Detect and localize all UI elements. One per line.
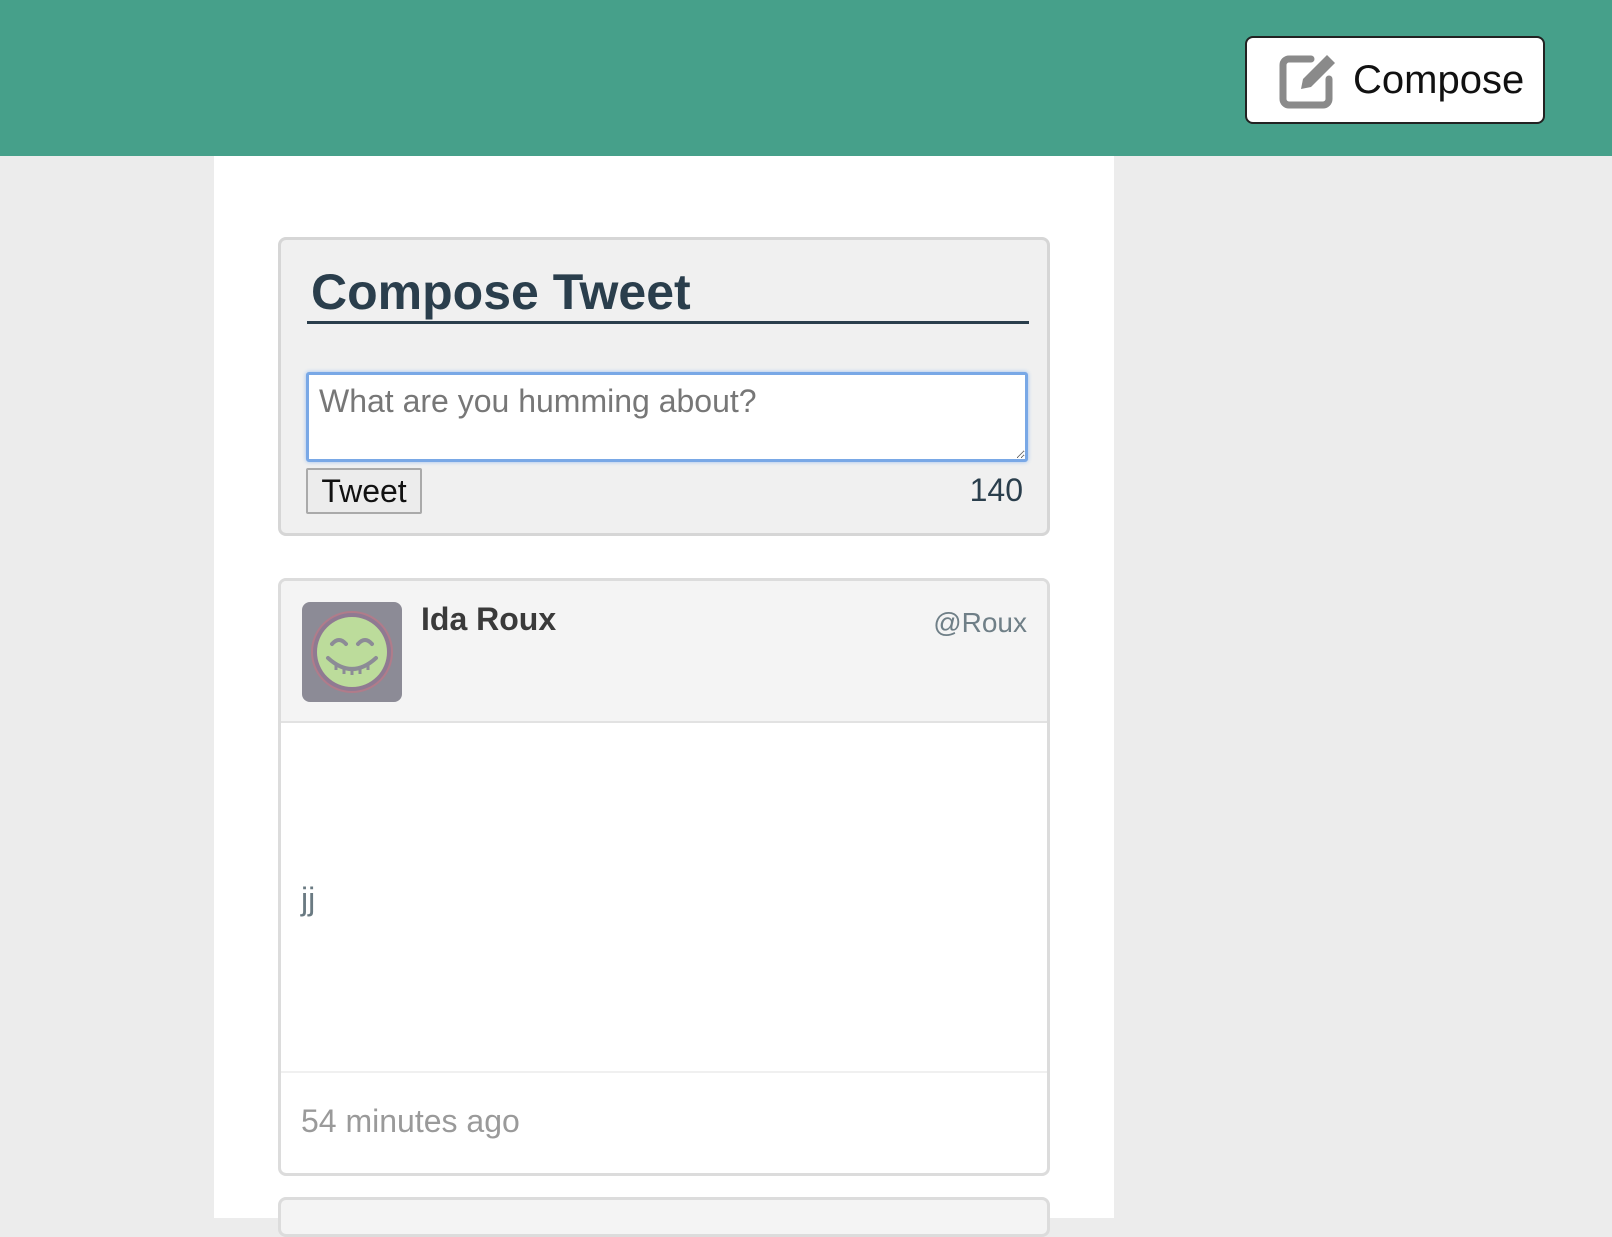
author-handle: @Roux bbox=[933, 607, 1027, 638]
avatar bbox=[302, 602, 402, 702]
tweet-card bbox=[278, 1197, 1050, 1237]
author-name: Ida Roux bbox=[421, 601, 557, 637]
tweet-card: Ida Roux @Roux jj 54 minutes ago bbox=[278, 578, 1050, 1176]
compose-title: Compose Tweet bbox=[307, 264, 1029, 324]
tweet-submit-button[interactable]: Tweet bbox=[306, 468, 422, 514]
top-navbar: Compose bbox=[0, 0, 1612, 156]
char-counter: 140 bbox=[969, 472, 1023, 508]
compose-button-label: Compose bbox=[1353, 57, 1525, 102]
tweet-text: jj bbox=[301, 881, 316, 917]
tweet-textarea[interactable] bbox=[306, 372, 1028, 462]
tweet-footer: 54 minutes ago bbox=[281, 1071, 1047, 1173]
tweet-timestamp: 54 minutes ago bbox=[301, 1103, 520, 1139]
smiley-icon bbox=[311, 611, 393, 693]
compose-button[interactable]: Compose bbox=[1245, 36, 1545, 124]
edit-icon bbox=[1279, 55, 1335, 109]
tweet-header: Ida Roux @Roux bbox=[281, 581, 1047, 723]
compose-tweet-panel: Compose Tweet Tweet 140 bbox=[278, 237, 1050, 536]
